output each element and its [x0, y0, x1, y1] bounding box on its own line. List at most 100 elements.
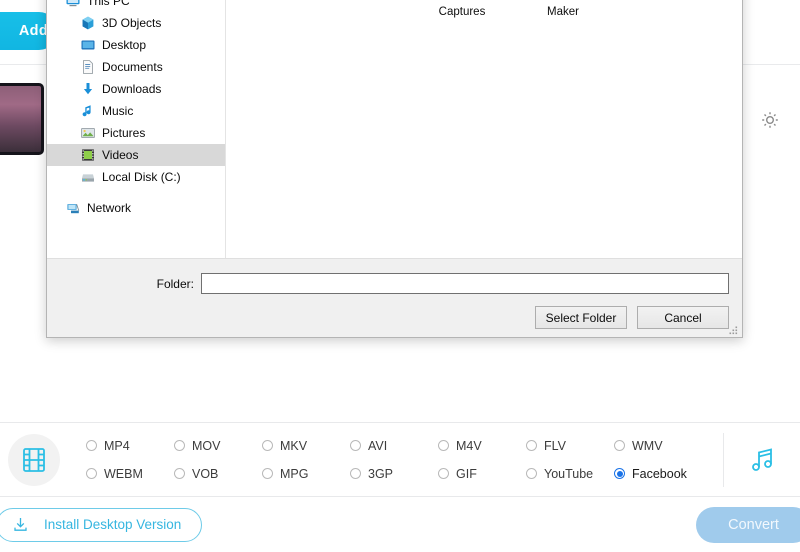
tree-item-this-pc[interactable]: This PC: [47, 0, 225, 12]
radio-icon[interactable]: [526, 468, 537, 479]
radio-icon[interactable]: [614, 440, 625, 451]
radio-icon[interactable]: [526, 440, 537, 451]
downloads-arrow-icon: [80, 81, 96, 97]
folder-field-label: Folder:: [157, 277, 194, 291]
tree-item-videos[interactable]: Videos: [47, 144, 225, 166]
format-option-youtube[interactable]: YouTube: [526, 460, 614, 488]
desktop-icon: [80, 37, 96, 53]
radio-icon[interactable]: [438, 440, 449, 451]
format-option-3gp[interactable]: 3GP: [350, 460, 438, 488]
network-icon: [65, 200, 81, 216]
folder-label: Movie Maker: [547, 0, 611, 18]
tree-item-label: Documents: [102, 60, 163, 74]
radio-icon[interactable]: [614, 468, 625, 479]
tree-item-label: Local Disk (C:): [102, 170, 181, 184]
tree-item-label: Pictures: [102, 126, 145, 140]
radio-icon[interactable]: [262, 440, 273, 451]
format-label: MKV: [280, 439, 307, 453]
cancel-button[interactable]: Cancel: [637, 306, 729, 329]
format-option-mkv[interactable]: MKV: [262, 432, 350, 460]
folder-tile-movie-maker[interactable]: Movie Maker: [515, 0, 611, 20]
tree-item-pictures[interactable]: Pictures: [47, 122, 225, 144]
tree-item-downloads[interactable]: Downloads: [47, 78, 225, 100]
folder-icon: [515, 0, 579, 1]
this-pc-monitor-icon: [65, 0, 81, 9]
pictures-icon: [80, 125, 96, 141]
tree-item-3d-objects[interactable]: 3D Objects: [47, 12, 225, 34]
format-option-flv[interactable]: FLV: [526, 432, 614, 460]
file-listing-pane[interactable]: Captures Movie Maker: [226, 0, 742, 258]
music-note-icon: [80, 103, 96, 119]
tree-item-network[interactable]: Network: [47, 197, 225, 219]
format-bar-divider: [723, 433, 724, 487]
folder-browse-dialog: OneDrive This PC 3D Objects Desktop: [46, 0, 743, 338]
folder-tile-captures[interactable]: Captures: [414, 0, 510, 20]
folder-icon: [432, 0, 492, 1]
format-label: MPG: [280, 467, 308, 481]
dialog-footer: Folder: Select Folder Cancel: [47, 259, 742, 337]
format-label: YouTube: [544, 467, 593, 481]
format-option-mpg[interactable]: MPG: [262, 460, 350, 488]
format-option-m4v[interactable]: M4V: [438, 432, 526, 460]
format-option-webm[interactable]: WEBM: [86, 460, 174, 488]
format-label: M4V: [456, 439, 482, 453]
folder-label: Captures: [439, 6, 486, 18]
format-label: FLV: [544, 439, 566, 453]
radio-icon[interactable]: [262, 468, 273, 479]
resize-grip-icon[interactable]: [727, 323, 739, 335]
radio-icon[interactable]: [350, 440, 361, 451]
tree-item-label: Videos: [102, 148, 138, 162]
format-label: VOB: [192, 467, 218, 481]
format-option-facebook[interactable]: Facebook: [614, 460, 702, 488]
tree-spacer: [47, 188, 225, 197]
format-label: MOV: [192, 439, 220, 453]
format-label: WMV: [632, 439, 663, 453]
bottom-action-bar: Install Desktop Version Convert: [0, 497, 800, 552]
format-option-mp4[interactable]: MP4: [86, 432, 174, 460]
format-option-wmv[interactable]: WMV: [614, 432, 702, 460]
video-thumbnail[interactable]: [0, 83, 44, 155]
format-option-mov[interactable]: MOV: [174, 432, 262, 460]
convert-button[interactable]: Convert: [696, 507, 800, 543]
videos-film-icon: [80, 147, 96, 163]
folder-tree-pane[interactable]: OneDrive This PC 3D Objects Desktop: [47, 0, 226, 258]
gear-icon[interactable]: [758, 108, 782, 132]
select-folder-button[interactable]: Select Folder: [535, 306, 627, 329]
tree-item-label: Downloads: [102, 82, 161, 96]
radio-icon[interactable]: [438, 468, 449, 479]
radio-icon[interactable]: [86, 468, 97, 479]
documents-icon: [80, 59, 96, 75]
film-strip-icon[interactable]: [8, 434, 60, 486]
format-option-vob[interactable]: VOB: [174, 460, 262, 488]
tree-item-label: Desktop: [102, 38, 146, 52]
tree-item-label: Music: [102, 104, 133, 118]
format-label: MP4: [104, 439, 130, 453]
tree-item-local-disk[interactable]: Local Disk (C:): [47, 166, 225, 188]
local-disk-icon: [80, 169, 96, 185]
format-label: WEBM: [104, 467, 143, 481]
3d-objects-icon: [80, 15, 96, 31]
format-label: GIF: [456, 467, 477, 481]
tree-item-music[interactable]: Music: [47, 100, 225, 122]
format-option-gif[interactable]: GIF: [438, 460, 526, 488]
install-desktop-version-button[interactable]: Install Desktop Version: [0, 508, 202, 542]
radio-icon[interactable]: [86, 440, 97, 451]
tree-item-label: Network: [87, 201, 131, 215]
format-options-grid[interactable]: MP4 MOV MKV AVI M4V FLV WMV WEBM: [86, 432, 723, 488]
install-desktop-label: Install Desktop Version: [44, 517, 181, 532]
download-icon: [11, 515, 30, 534]
dialog-button-row: Select Folder Cancel: [60, 306, 729, 329]
radio-icon[interactable]: [350, 468, 361, 479]
radio-icon[interactable]: [174, 440, 185, 451]
dialog-body: OneDrive This PC 3D Objects Desktop: [47, 0, 742, 259]
output-format-bar: MP4 MOV MKV AVI M4V FLV WMV WEBM: [0, 422, 800, 497]
format-label: AVI: [368, 439, 387, 453]
format-option-avi[interactable]: AVI: [350, 432, 438, 460]
tree-item-desktop[interactable]: Desktop: [47, 34, 225, 56]
folder-input[interactable]: [201, 273, 729, 294]
radio-icon[interactable]: [174, 468, 185, 479]
tree-item-documents[interactable]: Documents: [47, 56, 225, 78]
music-note-icon[interactable]: [740, 437, 786, 483]
tree-item-label: 3D Objects: [102, 16, 161, 30]
format-label: 3GP: [368, 467, 393, 481]
